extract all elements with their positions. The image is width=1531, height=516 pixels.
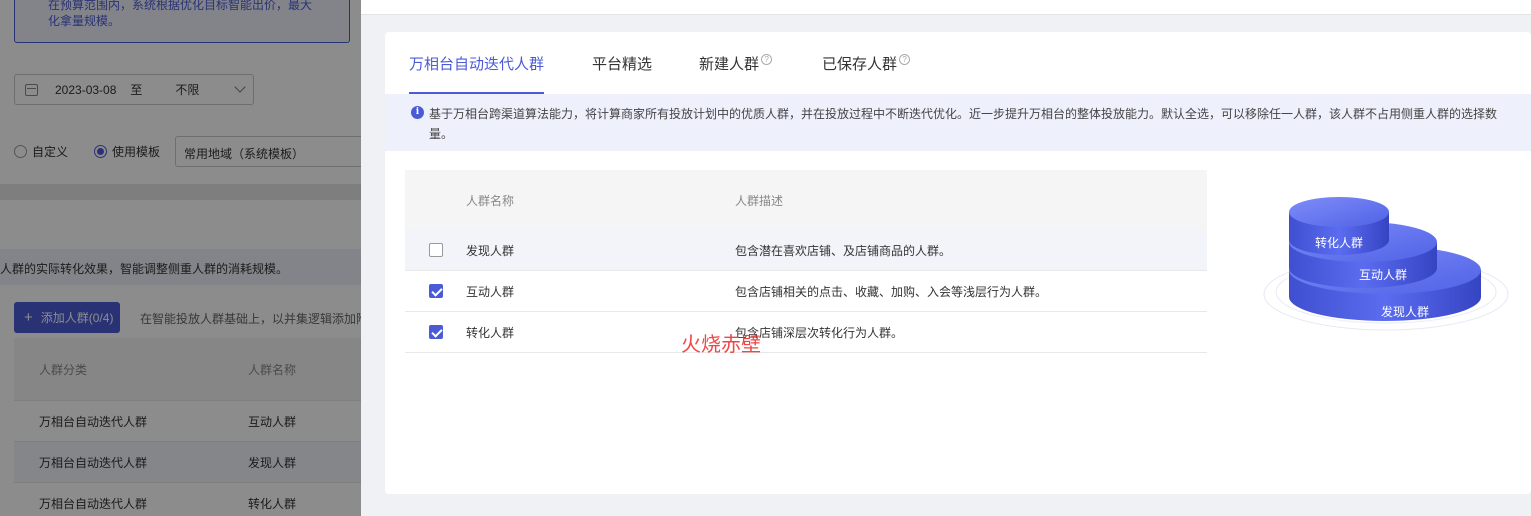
notice-text: 基于万相台跨渠道算法能力，将计算商家所有投放计划中的优质人群，并在投放过程中不断…: [429, 107, 1498, 141]
crowd-panel: 万相台自动迭代人群 平台精选 新建人群 ? 已保存人群 ? i 基于万相台跨渠道…: [385, 32, 1531, 494]
crowd-tabs: 万相台自动迭代人群 平台精选 新建人群 ? 已保存人群 ?: [385, 32, 1531, 94]
tier-label-discover: 发现人群: [1381, 304, 1429, 319]
tab-label: 万相台自动迭代人群: [409, 55, 545, 73]
row-desc: 包含店铺相关的点击、收藏、加购、入会等浅层行为人群。: [735, 284, 1048, 299]
table-header: 人群名称 人群描述: [405, 170, 1207, 230]
table-row[interactable]: 互动人群 包含店铺相关的点击、收藏、加购、入会等浅层行为人群。: [405, 271, 1207, 312]
info-notice: i 基于万相台跨渠道算法能力，将计算商家所有投放计划中的优质人群，并在投放过程中…: [385, 94, 1531, 151]
row-name: 互动人群: [466, 284, 515, 299]
info-icon: i: [411, 106, 424, 119]
tier-top-top: [1289, 197, 1389, 227]
modal-mask[interactable]: [0, 0, 361, 516]
header-desc: 人群描述: [735, 193, 784, 208]
row-checkbox-convert[interactable]: [429, 325, 443, 339]
tab-label: 平台精选: [592, 55, 653, 73]
row-checkbox-discover[interactable]: [429, 243, 443, 257]
row-desc: 包含潜在喜欢店铺、及店铺商品的人群。: [735, 243, 952, 258]
tab-auto-iterative-crowd[interactable]: 万相台自动迭代人群: [409, 32, 545, 94]
tier-label-convert: 转化人群: [1315, 235, 1363, 250]
tab-label: 新建人群: [699, 55, 760, 73]
table-row[interactable]: 转化人群 包含店铺深层次转化行为人群。: [405, 312, 1207, 353]
drawer-header-strip: [361, 0, 1531, 15]
table-row[interactable]: 发现人群 包含潜在喜欢店铺、及店铺商品的人群。: [405, 230, 1207, 271]
tab-saved-crowd[interactable]: 已保存人群 ?: [822, 32, 911, 94]
tab-new-crowd[interactable]: 新建人群 ?: [699, 32, 773, 94]
help-icon[interactable]: ?: [761, 53, 773, 65]
tab-platform-selected[interactable]: 平台精选: [592, 32, 652, 94]
watermark-text: 火烧赤壁: [681, 332, 761, 356]
crowd-drawer: 万相台自动迭代人群 平台精选 新建人群 ? 已保存人群 ? i 基于万相台跨渠道…: [361, 0, 1531, 516]
crowd-table: 人群名称 人群描述 发现人群 包含潜在喜欢店铺、及店铺商品的人群。 互动人群 包…: [405, 170, 1207, 353]
tab-label: 已保存人群: [822, 55, 898, 73]
help-icon[interactable]: ?: [899, 53, 911, 65]
tier-label-interact: 互动人群: [1359, 268, 1407, 282]
row-checkbox-interact[interactable]: [429, 284, 443, 298]
header-name: 人群名称: [466, 193, 515, 208]
row-desc: 包含店铺深层次转化行为人群。: [735, 325, 904, 340]
row-name: 发现人群: [466, 243, 515, 258]
crowd-pyramid-diagram: 转化人群 互动人群 发现人群: [1263, 197, 1509, 331]
